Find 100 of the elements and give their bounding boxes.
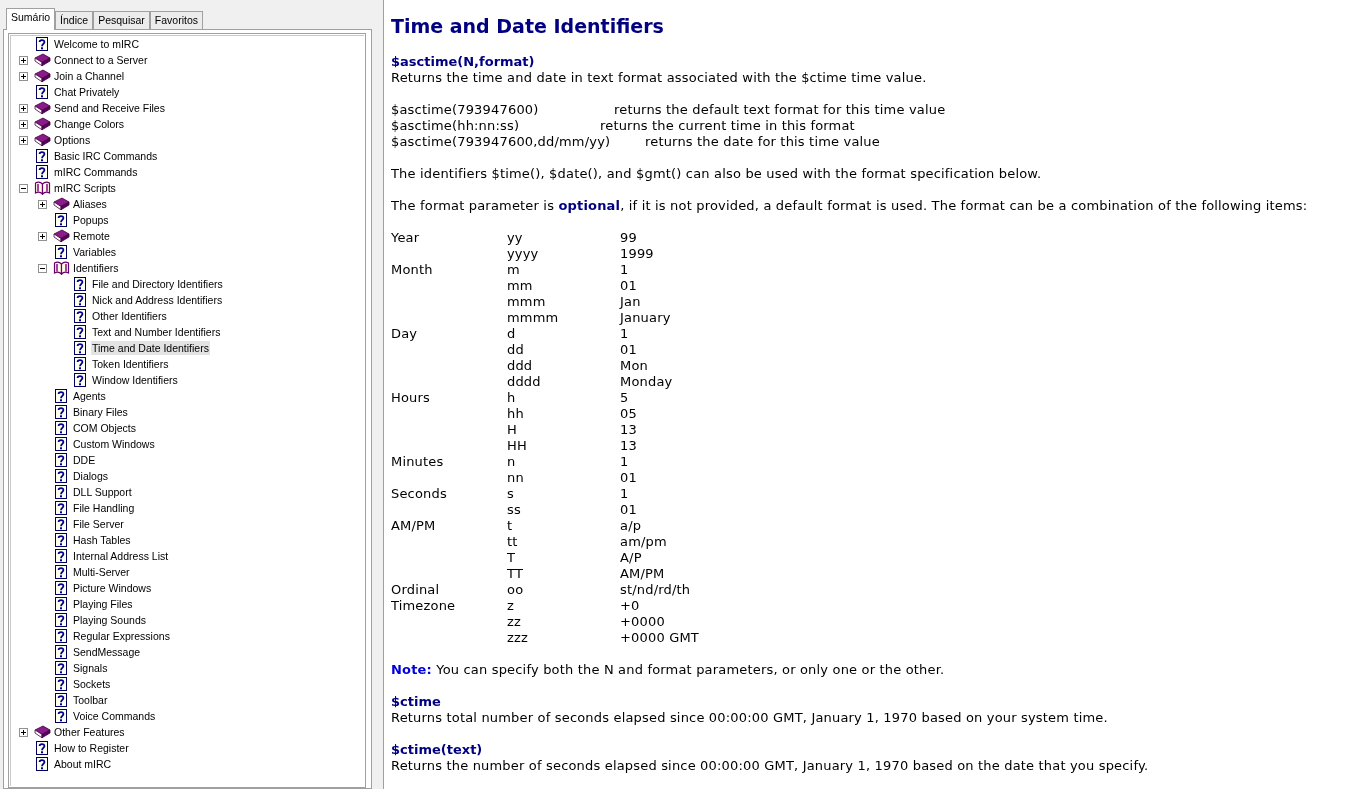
tree-item[interactable]: Options bbox=[53, 133, 92, 147]
format-code: yyyy bbox=[507, 246, 539, 262]
tree-item[interactable]: Change Colors bbox=[53, 117, 126, 131]
tree-item[interactable]: Dialogs bbox=[72, 469, 110, 483]
plus-box-icon[interactable] bbox=[19, 71, 28, 81]
tree-item[interactable]: Text and Number Identifiers bbox=[91, 325, 222, 339]
plus-box-icon[interactable] bbox=[38, 231, 47, 241]
minus-box-icon[interactable] bbox=[38, 263, 47, 273]
format-code: z bbox=[507, 598, 514, 614]
tree-item[interactable]: Aliases bbox=[72, 197, 108, 211]
paragraph: Returns the number of seconds elapsed since 00:00:00 GMT, January 1, 1970 based on the date that you specify. bbox=[391, 758, 1149, 774]
tree-item[interactable]: File Server bbox=[72, 517, 125, 531]
tree-item[interactable]: COM Objects bbox=[72, 421, 137, 435]
tree-item[interactable]: Custom Windows bbox=[72, 437, 156, 451]
tree-item[interactable]: Playing Files bbox=[72, 597, 134, 611]
tree-item[interactable]: Remote bbox=[72, 229, 111, 243]
nav-tab[interactable]: Pesquisar bbox=[93, 11, 150, 29]
format-code: mmmm bbox=[507, 310, 559, 326]
help-page-icon bbox=[74, 277, 86, 291]
tree-item[interactable]: Join a Channel bbox=[53, 69, 126, 83]
format-category: Year bbox=[391, 230, 420, 246]
tree-item[interactable]: Playing Sounds bbox=[72, 613, 147, 627]
tree-item[interactable]: Agents bbox=[72, 389, 107, 403]
plus-box-icon[interactable] bbox=[19, 55, 28, 65]
format-example: 01 bbox=[620, 502, 637, 518]
plus-box-icon[interactable] bbox=[19, 135, 28, 145]
format-example: 5 bbox=[620, 390, 629, 406]
help-page-icon bbox=[55, 549, 67, 563]
tree-item[interactable]: Binary Files bbox=[72, 405, 129, 419]
format-category: Ordinal bbox=[391, 582, 440, 598]
tree-item[interactable]: Hash Tables bbox=[72, 533, 132, 547]
tree-item[interactable]: SendMessage bbox=[72, 645, 142, 659]
closed-book-icon bbox=[52, 197, 70, 211]
tree-item[interactable]: Chat Privately bbox=[53, 85, 121, 99]
format-category: Day bbox=[391, 326, 418, 342]
help-page-icon bbox=[36, 757, 48, 771]
minus-box-icon[interactable] bbox=[19, 183, 28, 193]
tree-item[interactable]: DDE bbox=[72, 453, 97, 467]
tree-item[interactable]: Sockets bbox=[72, 677, 112, 691]
tree-item[interactable]: Basic IRC Commands bbox=[53, 149, 159, 163]
identifier-heading: $ctime(text) bbox=[391, 742, 483, 758]
help-page-icon bbox=[55, 693, 67, 707]
tree-item[interactable]: DLL Support bbox=[72, 485, 133, 499]
tree-item[interactable]: Identifiers bbox=[72, 261, 120, 275]
tree-item[interactable]: mIRC Scripts bbox=[53, 181, 117, 195]
tree-item[interactable]: Toolbar bbox=[72, 693, 109, 707]
tree-item[interactable]: File and Directory Identifiers bbox=[91, 277, 224, 291]
help-page-icon bbox=[55, 213, 67, 227]
format-example: +0000 GMT bbox=[620, 630, 699, 646]
format-example: 1 bbox=[620, 486, 629, 502]
tree-item[interactable]: Welcome to mIRC bbox=[53, 37, 140, 51]
tree-item[interactable]: Picture Windows bbox=[72, 581, 153, 595]
paragraph: Returns total number of seconds elapsed since 00:00:00 GMT, January 1, 1970 based on your system time. bbox=[391, 710, 1108, 726]
help-page-icon bbox=[55, 389, 67, 403]
format-code: T bbox=[507, 550, 516, 566]
tree-item[interactable]: Multi-Server bbox=[72, 565, 131, 579]
help-page-icon bbox=[55, 645, 67, 659]
identifier-heading: $ctime bbox=[391, 694, 441, 710]
plus-box-icon[interactable] bbox=[19, 119, 28, 129]
help-page-icon bbox=[55, 517, 67, 531]
tree-item[interactable]: Send and Receive Files bbox=[53, 101, 166, 115]
tree-item[interactable]: Connect to a Server bbox=[53, 53, 149, 67]
help-page-icon bbox=[55, 405, 67, 419]
tree-item[interactable]: About mIRC bbox=[53, 757, 113, 771]
paragraph: The identifiers $time(), $date(), and $gmt() can also be used with the format specification below. bbox=[391, 166, 1042, 182]
format-example: 1 bbox=[620, 262, 629, 278]
format-code: zzz bbox=[507, 630, 528, 646]
tree-item[interactable]: Nick and Address Identifiers bbox=[91, 293, 224, 307]
tree-item[interactable]: File Handling bbox=[72, 501, 136, 515]
nav-tab[interactable]: Sumário bbox=[6, 8, 56, 30]
format-code: mm bbox=[507, 278, 533, 294]
help-page-icon bbox=[74, 357, 86, 371]
tree-item[interactable]: Internal Address List bbox=[72, 549, 170, 563]
tree-item[interactable]: Token Identifiers bbox=[91, 357, 170, 371]
plus-box-icon[interactable] bbox=[19, 727, 28, 737]
format-code: nn bbox=[507, 470, 524, 486]
help-page-icon bbox=[74, 325, 86, 339]
tree-item[interactable]: Window Identifiers bbox=[91, 373, 179, 387]
format-code: m bbox=[507, 262, 520, 278]
format-example: am/pm bbox=[620, 534, 667, 550]
tree-item[interactable]: How to Register bbox=[53, 741, 130, 755]
tree-item[interactable]: Other Identifiers bbox=[91, 309, 168, 323]
nav-tab[interactable]: Favoritos bbox=[149, 11, 204, 29]
plus-box-icon[interactable] bbox=[19, 103, 28, 113]
tree-item[interactable]: Regular Expressions bbox=[72, 629, 171, 643]
tree-item[interactable]: mIRC Commands bbox=[53, 165, 139, 179]
format-code: ss bbox=[507, 502, 521, 518]
tree-item[interactable]: Variables bbox=[72, 245, 117, 259]
nav-tab[interactable]: Índice bbox=[55, 11, 94, 29]
closed-book-icon bbox=[33, 53, 51, 67]
format-example: 13 bbox=[620, 422, 637, 438]
tree-item[interactable]: Popups bbox=[72, 213, 110, 227]
tree-item[interactable]: Other Features bbox=[53, 725, 126, 739]
closed-book-icon bbox=[33, 133, 51, 147]
tree-item[interactable]: Voice Commands bbox=[72, 709, 157, 723]
open-book-icon bbox=[33, 181, 51, 195]
tree-item[interactable]: Signals bbox=[72, 661, 109, 675]
format-code: H bbox=[507, 422, 517, 438]
plus-box-icon[interactable] bbox=[38, 199, 47, 209]
tree-item[interactable]: Time and Date Identifiers bbox=[91, 341, 210, 355]
